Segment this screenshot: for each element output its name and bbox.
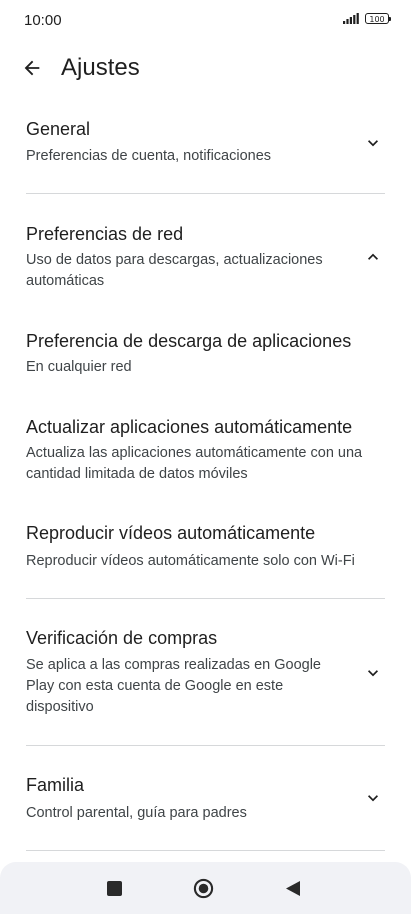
section-network-preferences[interactable]: Preferencias de red Uso de datos para de…: [0, 210, 411, 295]
item-title: Actualizar aplicaciones automáticamente: [26, 417, 353, 437]
chevron-up-icon[interactable]: [363, 247, 383, 267]
divider: [26, 193, 385, 194]
circle-home-icon[interactable]: [193, 878, 214, 899]
section-family[interactable]: Familia Control parental, guía para padr…: [0, 762, 411, 847]
page-title: Ajustes: [61, 54, 140, 81]
item-subtitle: En cualquier red: [26, 359, 132, 375]
section-title: General: [26, 119, 91, 139]
chevron-down-icon[interactable]: [363, 663, 383, 683]
section-subtitle: Control parental, guía para padres: [26, 805, 247, 821]
status-icons: 100: [343, 13, 391, 24]
section-general[interactable]: General Preferencias de cuenta, notifica…: [0, 110, 411, 194]
section-title: Preferencias de red: [26, 224, 184, 244]
back-button[interactable]: [18, 54, 46, 82]
item-subtitle: Actualiza las aplicaciones automáticamen…: [26, 445, 363, 482]
battery-icon: 100: [365, 13, 391, 24]
item-title: Preferencia de descarga de aplicaciones: [26, 331, 352, 351]
item-autoplay-videos[interactable]: Reproducir vídeos automáticamente Reprod…: [0, 511, 411, 579]
square-recents-icon[interactable]: [107, 881, 122, 896]
item-title: Reproducir vídeos automáticamente: [26, 523, 316, 543]
section-subtitle: Uso de datos para descargas, actualizaci…: [26, 252, 323, 289]
section-title: Familia: [26, 775, 85, 795]
section-subtitle: Se aplica a las compras realizadas en Go…: [26, 657, 321, 715]
status-bar: 10:00 100: [0, 0, 411, 44]
section-subtitle: Preferencias de cuenta, notificaciones: [26, 148, 272, 164]
chevron-down-icon[interactable]: [363, 788, 383, 808]
item-download-preference[interactable]: Preferencia de descarga de aplicaciones …: [0, 317, 411, 385]
divider: [26, 745, 385, 746]
item-subtitle: Reproducir vídeos automáticamente solo c…: [26, 553, 355, 569]
divider: [26, 598, 385, 599]
divider: [26, 850, 385, 851]
signal-icon: [343, 13, 359, 24]
triangle-back-icon[interactable]: [285, 880, 301, 897]
navigation-bar: [0, 862, 411, 914]
arrow-back-icon: [24, 60, 40, 76]
section-purchase-verification[interactable]: Verificación de compras Se aplica a las …: [0, 615, 411, 735]
app-bar: Ajustes: [0, 44, 411, 92]
chevron-down-icon[interactable]: [363, 133, 383, 153]
status-time: 10:00: [24, 12, 62, 29]
item-auto-update-apps[interactable]: Actualizar aplicaciones automáticamente …: [0, 403, 411, 493]
section-title: Verificación de compras: [26, 628, 218, 648]
